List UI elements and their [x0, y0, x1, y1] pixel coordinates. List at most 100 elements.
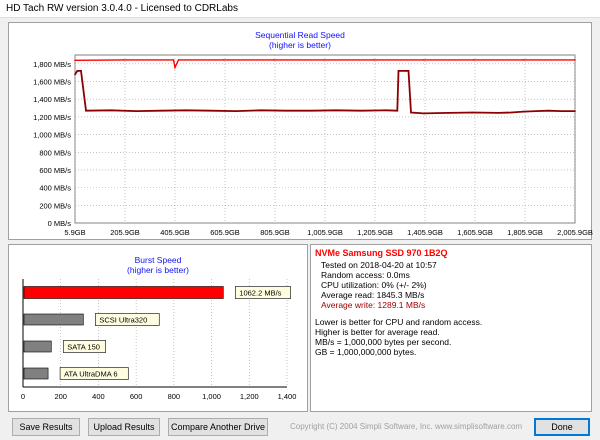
write-speed-point [210, 109, 212, 112]
burst-x-tick-label: 0 [21, 392, 25, 401]
random-access-text: Random access: 0.0ms [321, 270, 410, 280]
seq-x-tick-label: 205.9GB [110, 228, 140, 237]
seq-x-tick-label: 1,805.9GB [507, 228, 543, 237]
burst-bar-label: SATA 150 [67, 343, 100, 352]
note-higher-better: Higher is better for average read. [315, 327, 440, 337]
write-speed-point [547, 109, 550, 112]
write-speed-point [74, 73, 76, 76]
write-speed-point [405, 70, 407, 72]
seq-x-tick-label: 805.9GB [260, 228, 290, 237]
upload-results-button[interactable]: Upload Results [88, 418, 160, 436]
write-speed-point [135, 110, 137, 112]
read-speed-point [222, 59, 225, 61]
burst-x-tick-label: 400 [92, 392, 105, 401]
burst-x-tick-label: 800 [168, 392, 181, 401]
read-speed-point [74, 59, 76, 62]
burst-bar-label: SCSI Ultra320 [99, 316, 147, 325]
write-speed-point [410, 111, 412, 114]
seq-y-tick-label: 800 MB/s [39, 148, 71, 157]
write-speed-point [397, 70, 400, 72]
read-speed-point [174, 66, 176, 69]
seq-y-tick-label: 400 MB/s [39, 184, 71, 193]
burst-speed-panel: Burst Speed (higher is better) 0 200 400 60… [8, 244, 308, 412]
burst-bar [23, 367, 49, 380]
seq-x-tick-label: 2,005.9GB [557, 228, 593, 237]
title-bar: HD Tach RW version 3.0.4.0 - Licensed to… [0, 0, 600, 18]
read-speed-point [472, 59, 475, 61]
read-speed-point [172, 59, 175, 61]
write-speed-point [407, 70, 410, 72]
write-speed-point [310, 109, 312, 112]
done-button[interactable]: Done [534, 418, 590, 436]
write-speed-point [497, 112, 500, 114]
write-speed-point [110, 109, 112, 112]
write-speed-point [396, 109, 399, 112]
sequential-read-panel: Sequential Read Speed (higher is better)… [8, 22, 593, 240]
write-speed-point [260, 109, 262, 112]
burst-bar [23, 286, 224, 299]
write-speed-point [360, 109, 362, 112]
seq-x-tick-label: 5.9GB [64, 228, 85, 237]
burst-speed-chart: 0 200 400 600 800 1,000 1,200 1,400 1062.2 MB/s S… [21, 279, 297, 401]
write-speed-point [80, 70, 82, 72]
write-speed-point [185, 109, 187, 112]
seq-x-tick-label: 605.9GB [210, 228, 240, 237]
write-speed-point [535, 110, 537, 112]
read-speed-point [372, 59, 375, 61]
burst-x-tick-label: 1,400 [278, 392, 297, 401]
write-speed-point [335, 109, 337, 112]
seq-x-tick-label: 1,205.9GB [357, 228, 393, 237]
seq-y-tick-label: 1,000 MB/s [33, 131, 71, 140]
burst-bar-label: 1062.2 MB/s [239, 289, 281, 298]
read-speed-point [122, 59, 125, 61]
drive-info-panel: NVMe Samsung SSD 970 1B2Q Tested on 2018… [310, 244, 592, 412]
copyright-text: Copyright (C) 2004 Simpli Software, Inc.… [290, 422, 523, 431]
cpu-utilization-text: CPU utilization: 0% (+/- 2%) [321, 280, 427, 290]
read-speed-point [322, 59, 325, 61]
seq-y-tick-label: 1,200 MB/s [33, 113, 71, 122]
seq-y-tick-label: 1,600 MB/s [33, 78, 71, 87]
write-speed-point [472, 111, 475, 114]
burst-x-tick-label: 1,000 [202, 392, 221, 401]
seq-y-tick-label: 200 MB/s [39, 201, 71, 210]
seq-x-tick-label: 1,005.9GB [307, 228, 343, 237]
write-speed-point [522, 110, 525, 113]
burst-x-tick-label: 1,200 [240, 392, 259, 401]
read-speed-point [522, 59, 525, 61]
sequential-read-chart: 0 MB/s 200 MB/s 400 MB/s 600 MB/s 800 MB/s 1,… [33, 54, 593, 237]
seq-x-tick-label: 1,605.9GB [457, 228, 493, 237]
tested-on-text: Tested on 2018-04-20 at 10:57 [321, 260, 437, 270]
read-speed-point [422, 59, 425, 61]
burst-bar [23, 340, 52, 353]
drive-name: NVMe Samsung SSD 970 1B2Q [315, 248, 448, 258]
read-speed-point [574, 59, 576, 61]
write-speed-point [447, 112, 450, 114]
burst-x-tick-label: 200 [54, 392, 67, 401]
write-speed-point [385, 109, 387, 112]
read-speed-point [177, 59, 180, 61]
write-speed-point [160, 109, 162, 112]
average-write-text: Average write: 1289.1 MB/s [321, 300, 426, 310]
note-gb-definition: GB = 1,000,000,000 bytes. [315, 347, 417, 357]
seq-x-tick-label: 1,405.9GB [407, 228, 443, 237]
seq-y-tick-label: 1,400 MB/s [33, 95, 71, 104]
compare-another-drive-button[interactable]: Compare Another Drive [168, 418, 268, 436]
burst-bar-label: ATA UltraDMA 6 [64, 370, 118, 379]
write-speed-point [510, 111, 512, 114]
write-speed-point [285, 109, 287, 112]
write-speed-point [77, 70, 80, 72]
window-title: HD Tach RW version 3.0.4.0 - Licensed to… [6, 3, 238, 14]
burst-x-tick-label: 600 [130, 392, 143, 401]
read-speed-point [272, 59, 275, 61]
write-speed-point [560, 110, 562, 112]
write-speed-point [85, 109, 87, 112]
write-speed-point [235, 110, 237, 112]
note-mbs-definition: MB/s = 1,000,000 bytes per second. [315, 337, 452, 347]
seq-y-tick-label: 0 MB/s [48, 219, 72, 228]
save-results-button[interactable]: Save Results [12, 418, 80, 436]
seq-x-tick-label: 405.9GB [160, 228, 190, 237]
average-read-text: Average read: 1845.3 MB/s [321, 290, 425, 300]
note-lower-better: Lower is better for CPU and random acces… [315, 317, 483, 327]
seq-y-tick-label: 1,800 MB/s [33, 60, 71, 69]
seq-y-tick-label: 600 MB/s [39, 166, 71, 175]
